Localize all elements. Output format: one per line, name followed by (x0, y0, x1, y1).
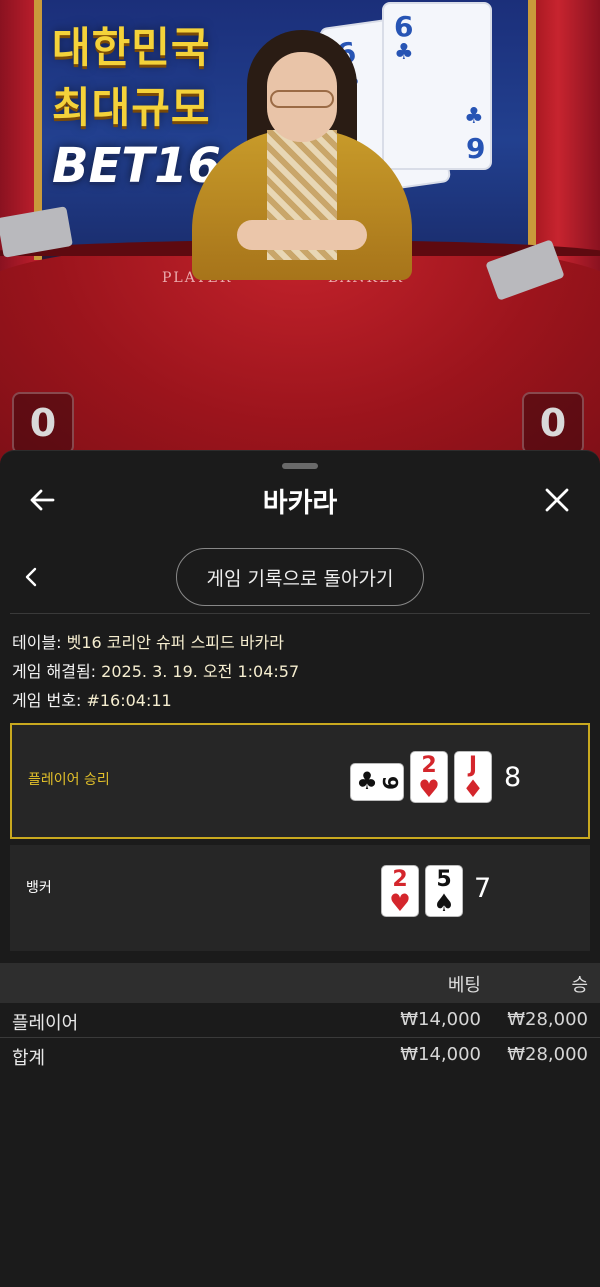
bets-table-header: 베팅 승 (0, 963, 600, 1003)
player-score-box: 0 (12, 392, 74, 454)
sheet-title: 바카라 (262, 488, 338, 519)
player-score: 0 (29, 401, 57, 445)
live-video-stream: 대한민국 최대규모 BET16 6 ♣ 6 ♣ ♣ 9 PLAYER BANKE… (0, 0, 600, 470)
gold-trim-right (528, 0, 536, 260)
banker-total: 7 (474, 873, 492, 904)
table-info-value: 벳16 코리안 슈퍼 스피드 바카라 (66, 633, 284, 652)
dealer (192, 30, 412, 280)
sheet-drag-handle[interactable] (282, 463, 318, 469)
chevron-left-icon (25, 567, 37, 587)
player-card-2: 2 ♥ (410, 751, 448, 803)
total-win-amount: ₩28,000 (507, 1044, 588, 1065)
player-result-label: 플레이어 승리 (28, 772, 110, 788)
banker-result-label: 뱅커 (26, 880, 52, 896)
table-info: 테이블: 벳16 코리안 슈퍼 스피드 바카라 (12, 629, 284, 653)
bets-table: 베팅 승 플레이어 ₩14,000 ₩28,000 합계 ₩14,000 ₩28… (0, 963, 600, 1073)
close-icon (545, 488, 569, 512)
player-card-1: ♣ 9 (350, 763, 404, 801)
sheet-header: 바카라 (0, 475, 600, 525)
player-result-panel: 플레이어 승리 ♣ 9 2 ♥ J ♦ 8 (10, 723, 590, 839)
divider (10, 613, 590, 614)
resolved-info-label: 게임 해결됨: (12, 662, 102, 681)
table-info-label: 테이블: (12, 633, 67, 652)
banker-score: 0 (539, 401, 567, 445)
bet-name: 플레이어 (12, 1013, 79, 1034)
game-number-info: 게임 번호: #16:04:11 (12, 687, 172, 711)
game-number-label: 게임 번호: (12, 691, 87, 710)
total-name: 합계 (12, 1048, 46, 1069)
history-nav-row: 게임 기록으로 돌아가기 (0, 547, 600, 607)
banker-result-panel: 뱅커 2 ♥ 5 ♠ 7 (10, 845, 590, 951)
total-bet-amount: ₩14,000 (400, 1044, 481, 1065)
game-number-value: #16:04:11 (86, 691, 172, 710)
banker-card-2: 5 ♠ (425, 865, 463, 917)
player-card-3: J ♦ (454, 751, 492, 803)
bet-amount: ₩14,000 (400, 1009, 481, 1030)
table-row: 플레이어 ₩14,000 ₩28,000 (0, 1003, 600, 1038)
history-detail-sheet: 바카라 게임 기록으로 돌아가기 테이블: 벳16 코리안 슈퍼 스피드 바카라… (0, 450, 600, 1287)
back-to-history-button[interactable]: 게임 기록으로 돌아가기 (176, 548, 424, 606)
close-button[interactable] (532, 475, 582, 525)
column-header-win: 승 (571, 975, 588, 996)
total-row: 합계 ₩14,000 ₩28,000 (0, 1038, 600, 1073)
player-total: 8 (504, 762, 522, 793)
column-header-bet: 베팅 (447, 975, 481, 996)
resolved-info: 게임 해결됨: 2025. 3. 19. 오전 1:04:57 (12, 658, 299, 682)
banker-score-box: 0 (522, 392, 584, 454)
resolved-info-value: 2025. 3. 19. 오전 1:04:57 (101, 662, 300, 681)
win-amount: ₩28,000 (507, 1009, 588, 1030)
banker-card-1: 2 ♥ (381, 865, 419, 917)
previous-button[interactable] (6, 552, 56, 602)
